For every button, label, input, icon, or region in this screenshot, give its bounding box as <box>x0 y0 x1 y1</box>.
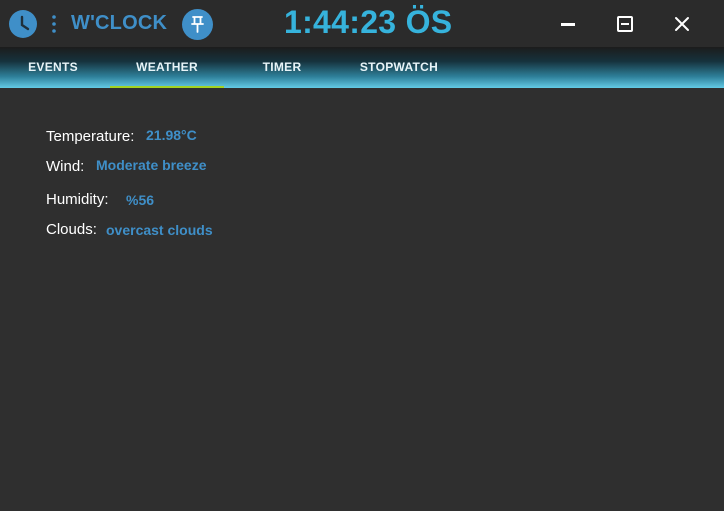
vertical-dots-icon[interactable] <box>49 14 59 34</box>
humidity-label: Humidity: <box>46 191 109 208</box>
clouds-value: overcast clouds <box>106 222 213 238</box>
clock-icon[interactable] <box>9 10 37 38</box>
temperature-value: 21.98°C <box>146 127 197 143</box>
close-icon[interactable] <box>670 12 694 36</box>
tab-bar: EVENTS WEATHER TIMER STOPWATCH <box>0 47 724 88</box>
maximize-icon[interactable] <box>613 12 637 36</box>
temperature-label: Temperature: <box>46 128 135 145</box>
clouds-label: Clouds: <box>46 221 97 238</box>
tab-events[interactable]: EVENTS <box>0 47 106 88</box>
app-title: W'CLOCK <box>71 12 168 34</box>
wind-value: Moderate breeze <box>96 157 207 173</box>
wind-label: Wind: <box>46 158 85 175</box>
active-tab-indicator <box>110 86 224 88</box>
title-bar: W'CLOCK 1:44:23 ÖS <box>0 0 724 47</box>
clock-time: 1:44:23 ÖS <box>284 4 453 40</box>
tab-stopwatch[interactable]: STOPWATCH <box>340 47 458 88</box>
humidity-value: %56 <box>126 192 155 208</box>
tab-timer[interactable]: TIMER <box>227 47 337 88</box>
tab-weather[interactable]: WEATHER <box>110 47 224 88</box>
minimize-icon[interactable] <box>556 12 580 36</box>
pin-icon[interactable] <box>182 9 213 40</box>
